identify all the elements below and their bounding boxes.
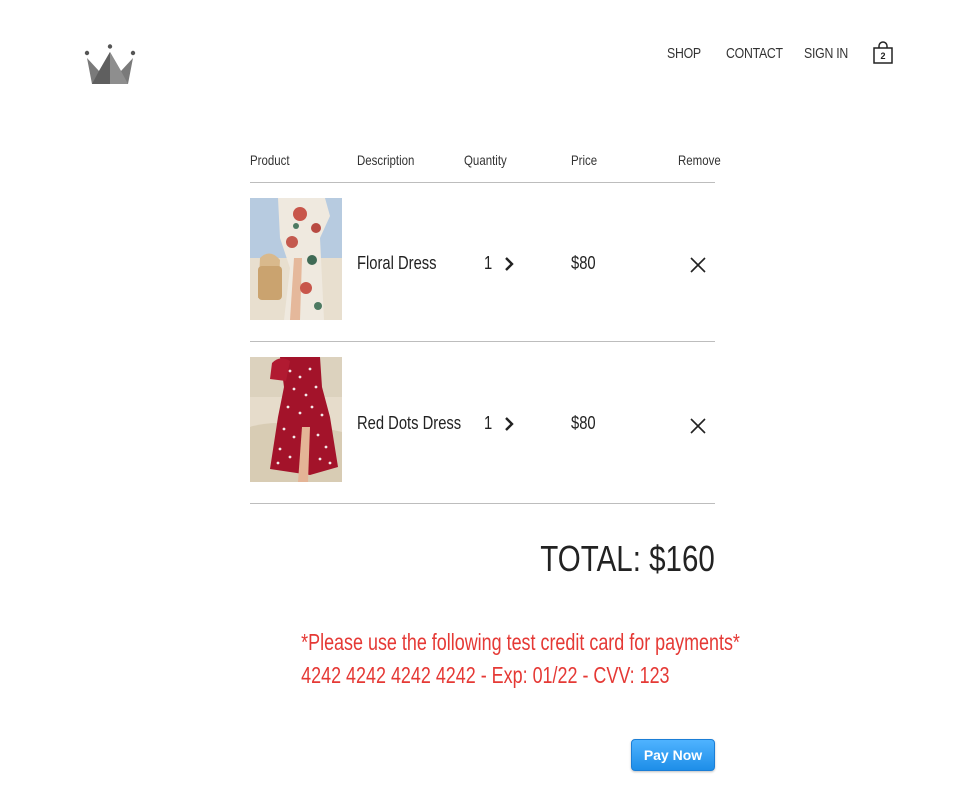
header-description: Description <box>357 152 415 168</box>
pay-now-button[interactable]: Pay Now <box>631 739 715 771</box>
test-card-notice: *Please use the following test credit ca… <box>250 626 740 692</box>
item-price: $80 <box>571 253 596 273</box>
header-price: Price <box>571 152 598 168</box>
cart-item-row: Red Dots Dress 1 $80 <box>250 342 715 504</box>
cart-count-badge: 2 <box>880 51 886 61</box>
nav-shop-link[interactable]: SHOP <box>667 45 701 62</box>
cart-item-row: Floral Dress 1 $80 <box>250 183 715 342</box>
red-dots-dress-image <box>250 357 342 482</box>
cart-table: Product Description Quantity Price Remov… <box>250 150 721 504</box>
floral-dress-image <box>250 198 342 320</box>
item-description: Red Dots Dress <box>357 413 462 433</box>
chevron-right-icon[interactable] <box>503 256 515 272</box>
item-description: Floral Dress <box>357 253 437 273</box>
crown-logo-icon[interactable] <box>84 44 136 86</box>
quantity-stepper: 1 <box>484 413 515 434</box>
close-icon[interactable] <box>689 256 707 274</box>
cart-total: TOTAL: $160 <box>540 538 715 579</box>
header-remove: Remove <box>678 152 721 168</box>
header-quantity: Quantity <box>464 152 507 168</box>
close-icon[interactable] <box>689 417 707 435</box>
nav-sign-in-link[interactable]: SIGN IN <box>804 45 848 62</box>
chevron-right-icon[interactable] <box>503 416 515 432</box>
cart-header-row: Product Description Quantity Price Remov… <box>250 150 721 183</box>
header-product: Product <box>250 152 290 168</box>
nav-contact-link[interactable]: CONTACT <box>726 45 783 62</box>
item-price: $80 <box>571 413 596 433</box>
notice-line-1: *Please use the following test credit ca… <box>301 629 740 655</box>
quantity-value: 1 <box>484 413 493 433</box>
shopping-bag-icon[interactable]: 2 <box>872 41 894 65</box>
quantity-stepper: 1 <box>484 253 515 274</box>
notice-line-2: 4242 4242 4242 4242 - Exp: 01/22 - CVV: … <box>301 662 670 688</box>
quantity-value: 1 <box>484 253 493 273</box>
